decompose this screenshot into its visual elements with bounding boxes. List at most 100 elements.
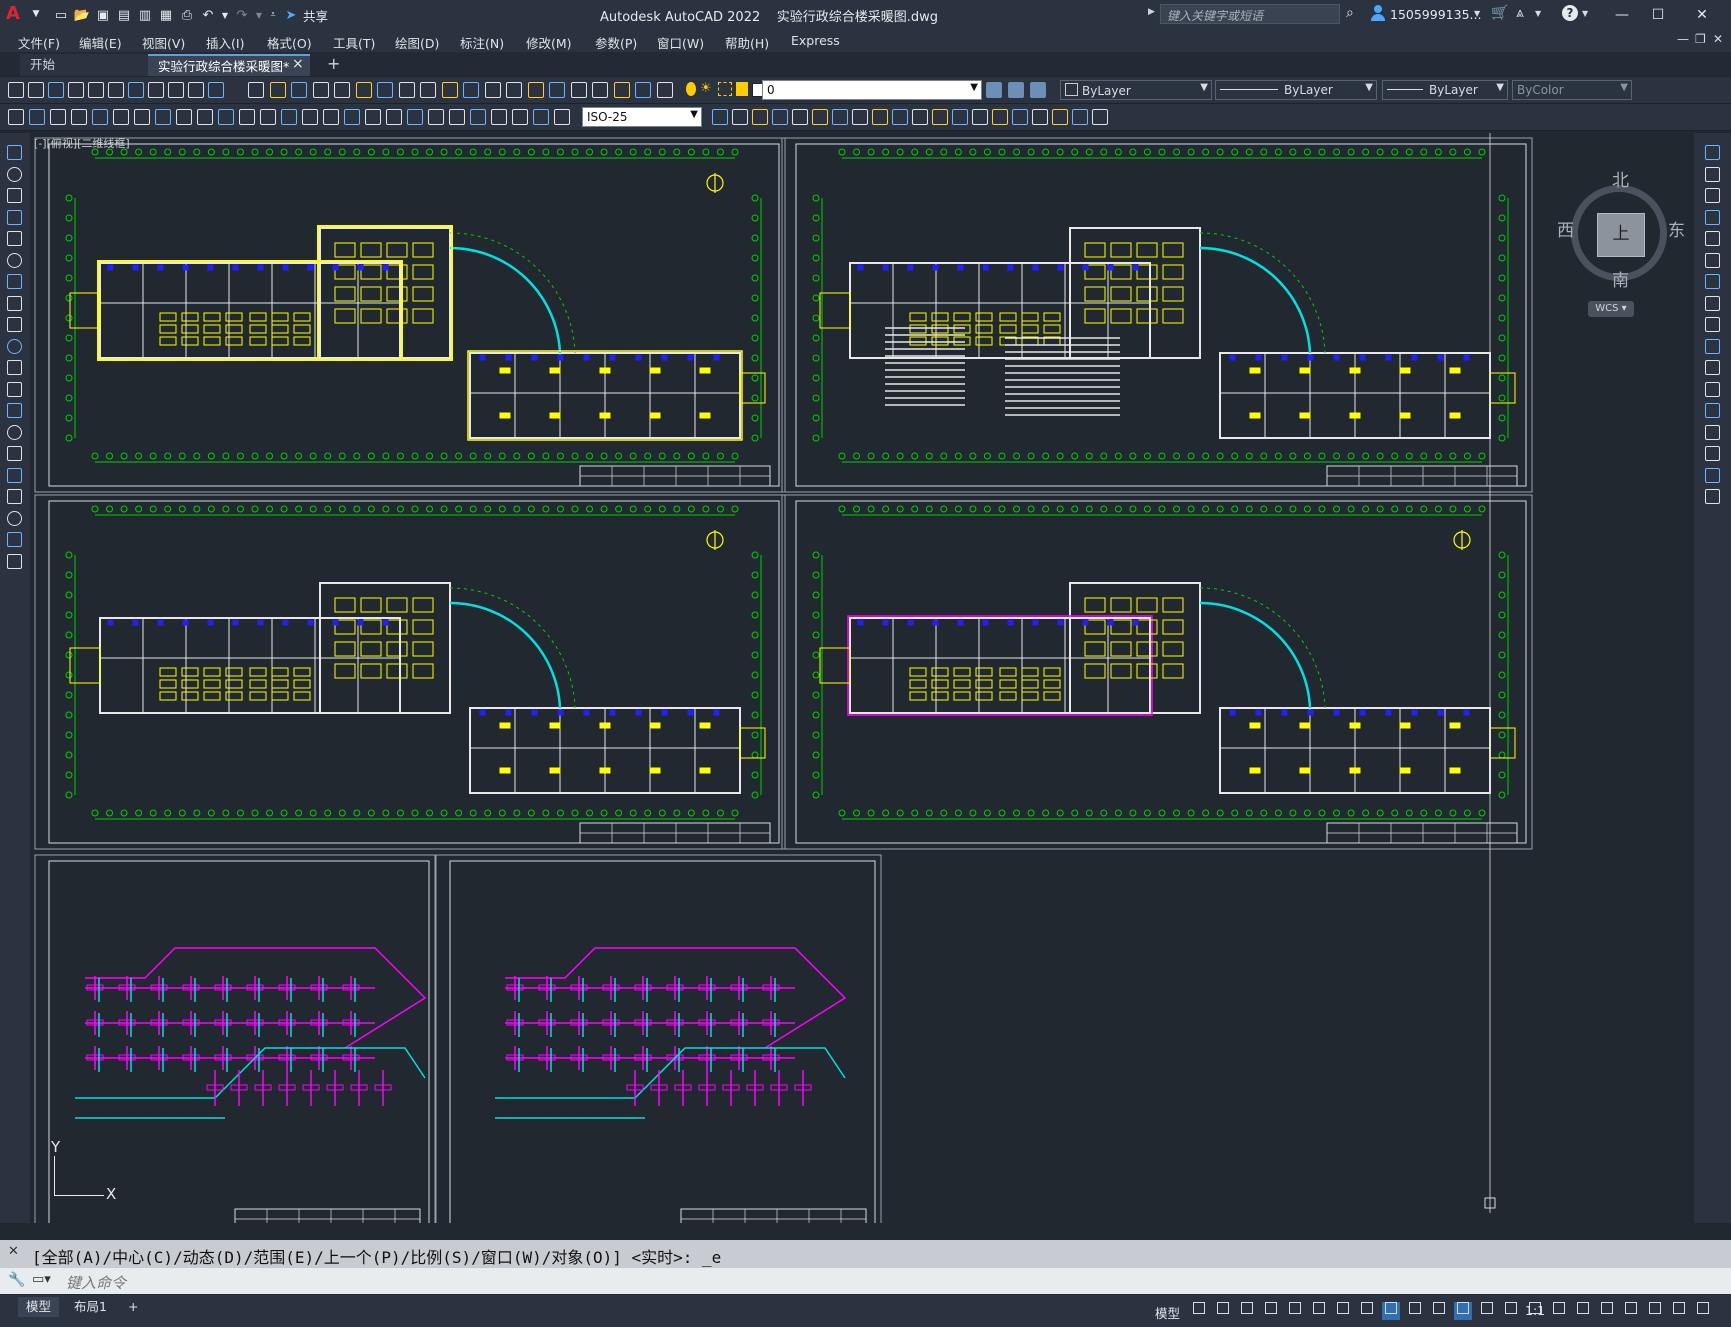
modify-b-tool-2-icon[interactable]	[732, 109, 748, 125]
standard-b-tool-11-icon[interactable]	[463, 82, 479, 98]
help-icon[interactable]: ?	[1562, 5, 1578, 21]
plotstyle-dropdown[interactable]: ByColor ▼	[1512, 80, 1632, 100]
open-file-icon[interactable]: 📂	[73, 7, 91, 23]
dimension-tool-11-icon[interactable]	[218, 109, 234, 125]
modify-b-tool-17-icon[interactable]	[1032, 109, 1048, 125]
dimension-tool-27-icon[interactable]	[554, 109, 570, 125]
dimension-tool-2-icon[interactable]	[29, 109, 45, 125]
status-toggle-12-icon[interactable]	[1454, 1302, 1472, 1320]
dimension-tool-20-icon[interactable]	[407, 109, 423, 125]
modify-tool-6-icon[interactable]	[1705, 252, 1720, 268]
modify-b-tool-3-icon[interactable]	[752, 109, 768, 125]
draw-tool-1-icon[interactable]	[7, 145, 22, 160]
layer-dropdown[interactable]: 0 ▼	[762, 80, 982, 100]
draw-tool-10-icon[interactable]	[7, 338, 22, 354]
standard-b-tool-16-icon[interactable]	[570, 82, 587, 98]
dimension-tool-14-icon[interactable]	[281, 109, 297, 125]
standard-tool-9-icon[interactable]	[168, 82, 184, 98]
standard-b-tool-17-icon[interactable]	[592, 82, 608, 98]
standard-b-tool-10-icon[interactable]	[441, 82, 458, 98]
standard-b-tool-4-icon[interactable]	[312, 82, 329, 98]
status-toggle-7-icon[interactable]	[1334, 1302, 1352, 1320]
modify-tool-14-icon[interactable]	[1705, 424, 1720, 440]
share-icon[interactable]: ➤	[282, 7, 300, 23]
standard-b-tool-18-icon[interactable]	[613, 82, 630, 98]
command-input[interactable]: 键入命令	[66, 1272, 126, 1293]
dimstyle-dropdown[interactable]: ISO-25 ▼	[582, 107, 702, 127]
status-toggle-18-icon[interactable]	[1598, 1302, 1616, 1320]
doc-close-button[interactable]: ✕	[1713, 32, 1723, 46]
draw-tool-11-icon[interactable]	[7, 360, 22, 375]
command-close-icon[interactable]: ✕	[8, 1244, 19, 1259]
dimension-tool-17-icon[interactable]	[344, 109, 360, 125]
model-space-button[interactable]: 模型	[1155, 1303, 1180, 1322]
menu-file[interactable]: 文件(F)	[18, 33, 60, 52]
status-toggle-4-icon[interactable]	[1262, 1302, 1280, 1320]
modify-b-tool-16-icon[interactable]	[1012, 109, 1028, 125]
modify-b-tool-10-icon[interactable]	[892, 109, 908, 125]
standard-b-tool-20-icon[interactable]	[656, 82, 673, 98]
tab-active-drawing[interactable]: 实验行政综合楼采暖图*	[148, 54, 310, 76]
draw-tool-7-icon[interactable]	[7, 274, 22, 289]
status-toggle-11-icon[interactable]	[1430, 1302, 1448, 1320]
redo-icon[interactable]: ↷	[233, 7, 251, 23]
standard-tool-5-icon[interactable]	[88, 82, 104, 98]
command-line[interactable]: 🔧 ▭▾ 键入命令	[0, 1268, 1731, 1294]
new-tab-button[interactable]: +	[327, 54, 340, 73]
draw-tool-20-icon[interactable]	[7, 553, 22, 569]
redo-dropdown-icon[interactable]: ▼	[254, 7, 264, 23]
draw-tool-14-icon[interactable]	[7, 424, 22, 440]
save-icon[interactable]: ▣	[94, 7, 112, 23]
tab-close-icon[interactable]: ×	[292, 56, 304, 72]
draw-tool-13-icon[interactable]	[7, 403, 22, 418]
draw-tool-17-icon[interactable]	[7, 489, 22, 504]
status-toggle-17-icon[interactable]	[1574, 1302, 1592, 1320]
share-button[interactable]: 共享	[303, 6, 328, 25]
draw-tool-4-icon[interactable]	[7, 209, 22, 225]
standard-b-tool-7-icon[interactable]	[377, 82, 393, 98]
menu-parametric[interactable]: 参数(P)	[595, 33, 637, 52]
viewcube-west[interactable]: 西	[1557, 216, 1574, 241]
modify-tool-9-icon[interactable]	[1705, 317, 1720, 332]
dimension-tool-16-icon[interactable]	[323, 109, 339, 125]
layer-previous-icon[interactable]	[1008, 82, 1024, 98]
menu-express[interactable]: Express	[791, 33, 840, 48]
modify-b-tool-9-icon[interactable]	[872, 109, 888, 125]
dimension-tool-19-icon[interactable]	[386, 109, 402, 125]
status-toggle-21-icon[interactable]	[1670, 1302, 1688, 1320]
status-toggle-2-icon[interactable]	[1214, 1302, 1232, 1320]
maximize-button[interactable]: ☐	[1646, 4, 1670, 26]
draw-tool-5-icon[interactable]	[7, 231, 22, 246]
modify-b-tool-19-icon[interactable]	[1072, 109, 1088, 125]
app-menu-arrow-icon[interactable]: ▼	[27, 6, 45, 22]
status-toggle-14-icon[interactable]	[1502, 1302, 1520, 1320]
user-name[interactable]: 1505999135...	[1390, 7, 1481, 22]
standard-tool-10-icon[interactable]	[188, 82, 204, 98]
dimension-tool-13-icon[interactable]	[260, 109, 276, 125]
recent-commands-icon[interactable]: ▭▾	[32, 1272, 51, 1287]
standard-tool-2-icon[interactable]	[28, 82, 44, 98]
modify-b-tool-13-icon[interactable]	[952, 109, 968, 125]
search-expand-icon[interactable]: ▶	[1148, 7, 1155, 17]
modify-tool-5-icon[interactable]	[1705, 231, 1720, 246]
dimension-tool-18-icon[interactable]	[365, 109, 381, 125]
modify-b-tool-14-icon[interactable]	[972, 109, 988, 125]
standard-b-tool-8-icon[interactable]	[398, 82, 415, 98]
dimension-tool-1-icon[interactable]	[8, 109, 24, 125]
standard-tool-6-icon[interactable]	[108, 82, 124, 98]
add-layout-button[interactable]: +	[120, 1297, 146, 1317]
standard-tool-8-icon[interactable]	[148, 82, 164, 98]
standard-b-tool-5-icon[interactable]	[334, 82, 350, 98]
dimension-tool-8-icon[interactable]	[155, 109, 171, 125]
standard-tool-7-icon[interactable]	[128, 82, 144, 98]
dimension-tool-24-icon[interactable]	[491, 109, 507, 125]
menu-insert[interactable]: 插入(I)	[206, 33, 244, 52]
save-web-icon[interactable]: ▦	[157, 7, 175, 23]
lineweight-dropdown[interactable]: ByLayer ▼	[1382, 80, 1508, 100]
dimension-tool-21-icon[interactable]	[428, 109, 444, 125]
draw-tool-16-icon[interactable]	[7, 467, 22, 483]
save-as-icon[interactable]: ▤	[115, 7, 133, 23]
status-toggle-22-icon[interactable]	[1694, 1302, 1712, 1320]
modify-tool-2-icon[interactable]	[1705, 166, 1720, 182]
standard-b-tool-2-icon[interactable]	[269, 82, 286, 98]
